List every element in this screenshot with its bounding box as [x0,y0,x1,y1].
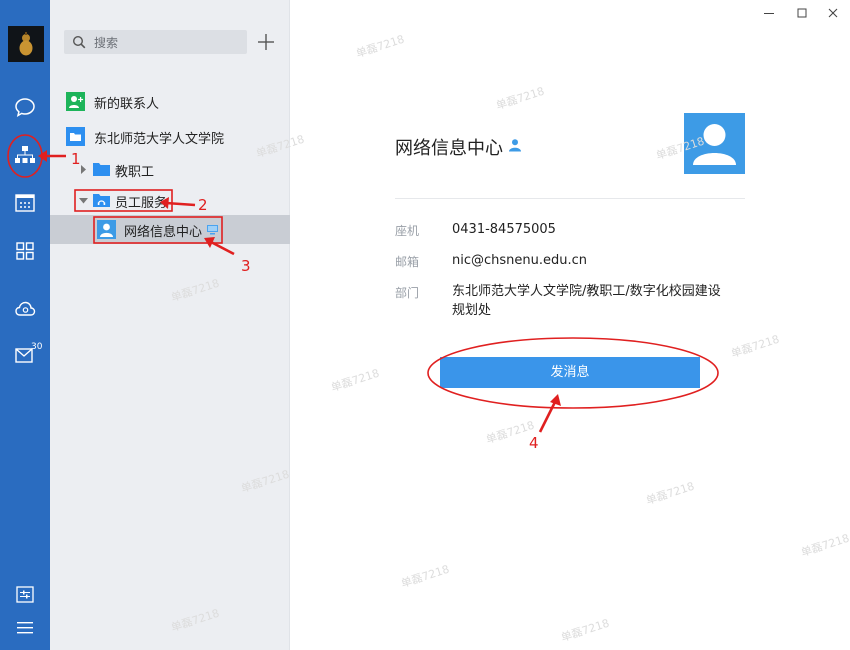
expand-arrow-icon[interactable] [80,165,87,174]
list-item-label: 东北师范大学人文学院 [94,132,225,147]
annotation-number-4: 4 [529,434,539,452]
maximize-icon[interactable] [795,6,809,20]
organization-folder-icon [66,127,85,146]
send-message-button[interactable]: 发消息 [440,357,700,388]
apps-grid-icon[interactable] [14,240,36,262]
list-item-new-contacts[interactable]: 新的联系人 [50,88,290,116]
search-box[interactable]: 搜索 [64,30,247,54]
contact-title: 网络信息中心 [395,138,503,159]
annotation-number-2: 2 [198,196,208,214]
list-item-label: 新的联系人 [94,97,160,112]
divider [395,198,745,199]
close-icon[interactable] [826,6,840,20]
contact-network-info-center[interactable]: 网络信息中心 [50,215,290,244]
group-staff[interactable]: 教职工 [50,156,290,184]
mail-count-badge: 30 [31,342,43,352]
phone-label: 座机 [395,224,420,238]
contact-avatar-icon [97,220,116,239]
app-sidebar: 30 [0,0,50,650]
contact-name: 网络信息中心 [124,225,203,240]
contact-detail-panel: 网络信息中心 座机 0431-84575005 邮箱 nic@chsnenu.e… [290,0,850,650]
annotation-number-3: 3 [241,257,251,275]
cloud-phone-icon[interactable] [14,298,36,320]
gourd-avatar-image [19,32,33,56]
group-label: 员工服务 [115,196,168,211]
collapse-arrow-icon[interactable] [79,197,88,204]
contact-list-panel: 搜索 新的联系人 东北师范大学人文学院 教职工 员工服务 网络信息中心 [50,0,290,650]
group-label: 教职工 [115,165,155,180]
department-value: 东北师范大学人文学院/教职工/数字化校园建设规划处 [452,284,721,318]
desktop-online-icon [207,225,218,235]
chat-icon[interactable] [14,96,36,118]
folder-icon [93,163,110,176]
org-chart-icon[interactable] [14,145,36,167]
minimize-icon[interactable] [762,6,776,20]
new-contact-icon [66,92,85,111]
department-label: 部门 [395,286,420,300]
email-value[interactable]: nic@chsnenu.edu.cn [452,251,722,270]
add-icon[interactable] [255,31,277,53]
annotation-number-1: 1 [71,150,81,168]
service-folder-icon [93,194,110,207]
phone-value: 0431-84575005 [452,222,556,237]
search-icon [72,35,86,49]
group-service[interactable]: 员工服务 [50,187,290,215]
user-avatar[interactable] [8,26,44,62]
menu-icon[interactable] [14,617,36,639]
search-placeholder: 搜索 [94,36,119,50]
settings-sliders-icon[interactable] [14,584,36,606]
calendar-icon[interactable] [14,192,36,214]
person-icon [509,139,521,152]
email-label: 邮箱 [395,255,420,269]
